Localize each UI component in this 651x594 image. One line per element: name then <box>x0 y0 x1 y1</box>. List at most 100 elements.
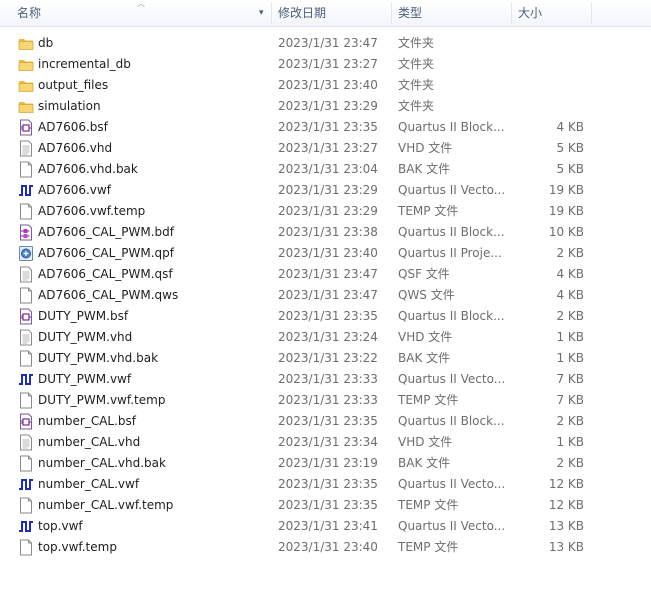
file-row[interactable]: number_CAL.vhd.bak 2023/1/31 23:19 BAK 文件 2… <box>0 453 651 474</box>
folder-icon <box>18 56 34 73</box>
column-divider[interactable] <box>511 2 512 24</box>
file-row[interactable]: output_files 2023/1/31 23:40 文件夹 <box>0 75 651 96</box>
column-header-date[interactable]: 修改日期 <box>278 0 326 26</box>
file-type: Quartus II Vecto... <box>398 372 506 386</box>
file-row[interactable]: DUTY_PWM.bsf 2023/1/31 23:35 Quartus II Bl… <box>0 306 651 327</box>
file-row[interactable]: DUTY_PWM.vwf 2023/1/31 23:33 Quartus II Ve… <box>0 369 651 390</box>
file-size: 12 KB <box>548 498 584 512</box>
file-size: 4 KB <box>556 288 584 302</box>
file-type: 文件夹 <box>398 36 435 50</box>
column-header-name[interactable]: 名称 <box>17 0 41 26</box>
file-modified-date: 2023/1/31 23:41 <box>278 519 378 533</box>
sort-ascending-icon: ︿ <box>137 0 145 8</box>
file-name: AD7606_CAL_PWM.bdf <box>38 225 174 239</box>
file-size: 2 KB <box>556 309 584 323</box>
file-row[interactable]: number_CAL.vwf.temp 2023/1/31 23:35 TEMP 文… <box>0 495 651 516</box>
file-modified-date: 2023/1/31 23:34 <box>278 435 378 449</box>
file-name: AD7606_CAL_PWM.qsf <box>38 267 173 281</box>
file-size: 19 KB <box>548 204 584 218</box>
file-row[interactable]: db 2023/1/31 23:47 文件夹 <box>0 33 651 54</box>
file-modified-date: 2023/1/31 23:35 <box>278 414 378 428</box>
file-row[interactable]: DUTY_PWM.vwf.temp 2023/1/31 23:33 TEMP 文件 7… <box>0 390 651 411</box>
blank-file-icon <box>18 539 34 556</box>
file-type: Quartus II Vecto... <box>398 477 506 491</box>
file-modified-date: 2023/1/31 23:29 <box>278 183 378 197</box>
file-type: Quartus II Block... <box>398 309 505 323</box>
file-modified-date: 2023/1/31 23:22 <box>278 351 378 365</box>
file-type: Quartus II Vecto... <box>398 183 506 197</box>
column-divider[interactable] <box>391 2 392 24</box>
file-row[interactable]: AD7606_CAL_PWM.qws 2023/1/31 23:47 QWS 文件 4… <box>0 285 651 306</box>
file-size: 1 KB <box>556 330 584 344</box>
file-name: db <box>38 36 54 50</box>
text-file-icon <box>18 329 34 346</box>
file-name: number_CAL.vwf.temp <box>38 498 174 512</box>
file-row[interactable]: top.vwf 2023/1/31 23:41 Quartus II Vecto..… <box>0 516 651 537</box>
file-modified-date: 2023/1/31 23:33 <box>278 393 378 407</box>
file-size: 5 KB <box>556 141 584 155</box>
file-size: 2 KB <box>556 456 584 470</box>
file-size: 4 KB <box>556 120 584 134</box>
file-name: DUTY_PWM.vwf <box>38 372 132 386</box>
file-type: Quartus II Block... <box>398 414 505 428</box>
file-name: AD7606.vwf <box>38 183 111 197</box>
file-row[interactable]: AD7606_CAL_PWM.bdf 2023/1/31 23:38 Quartus… <box>0 222 651 243</box>
column-header-type[interactable]: 类型 <box>398 0 422 26</box>
file-name: output_files <box>38 78 109 92</box>
file-row[interactable]: AD7606.vwf 2023/1/31 23:29 Quartus II Vect… <box>0 180 651 201</box>
block-symbol-file-icon <box>18 308 34 325</box>
column-dropdown-icon[interactable]: ▾ <box>259 8 264 18</box>
file-modified-date: 2023/1/31 23:24 <box>278 330 378 344</box>
file-size: 10 KB <box>548 225 584 239</box>
file-modified-date: 2023/1/31 23:47 <box>278 267 378 281</box>
file-row[interactable]: simulation 2023/1/31 23:29 文件夹 <box>0 96 651 117</box>
file-row[interactable]: AD7606.vhd.bak 2023/1/31 23:04 BAK 文件 5 KB <box>0 159 651 180</box>
file-row[interactable]: number_CAL.vwf 2023/1/31 23:35 Quartus II … <box>0 474 651 495</box>
file-modified-date: 2023/1/31 23:40 <box>278 246 378 260</box>
file-row[interactable]: top.vwf.temp 2023/1/31 23:40 TEMP 文件 13 KB <box>0 537 651 558</box>
file-row[interactable]: number_CAL.bsf 2023/1/31 23:35 Quartus II … <box>0 411 651 432</box>
file-modified-date: 2023/1/31 23:47 <box>278 36 378 50</box>
blank-file-icon <box>18 350 34 367</box>
file-modified-date: 2023/1/31 23:27 <box>278 57 378 71</box>
file-list: db 2023/1/31 23:47 文件夹 incremental_db 2023/1… <box>0 33 651 558</box>
file-name: AD7606.vhd.bak <box>38 162 138 176</box>
file-row[interactable]: AD7606.vwf.temp 2023/1/31 23:29 TEMP 文件 19 … <box>0 201 651 222</box>
column-divider[interactable] <box>591 2 592 24</box>
file-type: 文件夹 <box>398 99 435 113</box>
file-name: top.vwf <box>38 519 83 533</box>
file-name: DUTY_PWM.vhd.bak <box>38 351 159 365</box>
file-modified-date: 2023/1/31 23:35 <box>278 309 378 323</box>
file-type: VHD 文件 <box>398 435 453 449</box>
file-row[interactable]: AD7606_CAL_PWM.qpf 2023/1/31 23:40 Quartus… <box>0 243 651 264</box>
file-size: 7 KB <box>556 393 584 407</box>
file-name: AD7606.vhd <box>38 141 113 155</box>
file-type: TEMP 文件 <box>398 540 459 554</box>
file-modified-date: 2023/1/31 23:35 <box>278 498 378 512</box>
folder-icon <box>18 98 34 115</box>
file-row[interactable]: DUTY_PWM.vhd.bak 2023/1/31 23:22 BAK 文件 1 K… <box>0 348 651 369</box>
column-divider[interactable] <box>271 2 272 24</box>
file-row[interactable]: AD7606.vhd 2023/1/31 23:27 VHD 文件 5 KB <box>0 138 651 159</box>
file-modified-date: 2023/1/31 23:35 <box>278 477 378 491</box>
file-modified-date: 2023/1/31 23:27 <box>278 141 378 155</box>
file-row[interactable]: AD7606.bsf 2023/1/31 23:35 Quartus II Bloc… <box>0 117 651 138</box>
file-row[interactable]: AD7606_CAL_PWM.qsf 2023/1/31 23:47 QSF 文件 4… <box>0 264 651 285</box>
text-file-icon <box>18 140 34 157</box>
file-name: incremental_db <box>38 57 131 71</box>
file-row[interactable]: incremental_db 2023/1/31 23:27 文件夹 <box>0 54 651 75</box>
file-size: 2 KB <box>556 414 584 428</box>
file-name: AD7606.vwf.temp <box>38 204 146 218</box>
block-symbol-file-icon <box>18 119 34 136</box>
file-name: number_CAL.vhd <box>38 435 141 449</box>
file-size: 4 KB <box>556 267 584 281</box>
file-row[interactable]: DUTY_PWM.vhd 2023/1/31 23:24 VHD 文件 1 KB <box>0 327 651 348</box>
file-size: 19 KB <box>548 183 584 197</box>
blank-file-icon <box>18 203 34 220</box>
column-header-size[interactable]: 大小 <box>518 0 542 26</box>
file-row[interactable]: number_CAL.vhd 2023/1/31 23:34 VHD 文件 1 KB <box>0 432 651 453</box>
blank-file-icon <box>18 287 34 304</box>
waveform-file-icon <box>18 518 34 535</box>
file-modified-date: 2023/1/31 23:38 <box>278 225 378 239</box>
blank-file-icon <box>18 497 34 514</box>
